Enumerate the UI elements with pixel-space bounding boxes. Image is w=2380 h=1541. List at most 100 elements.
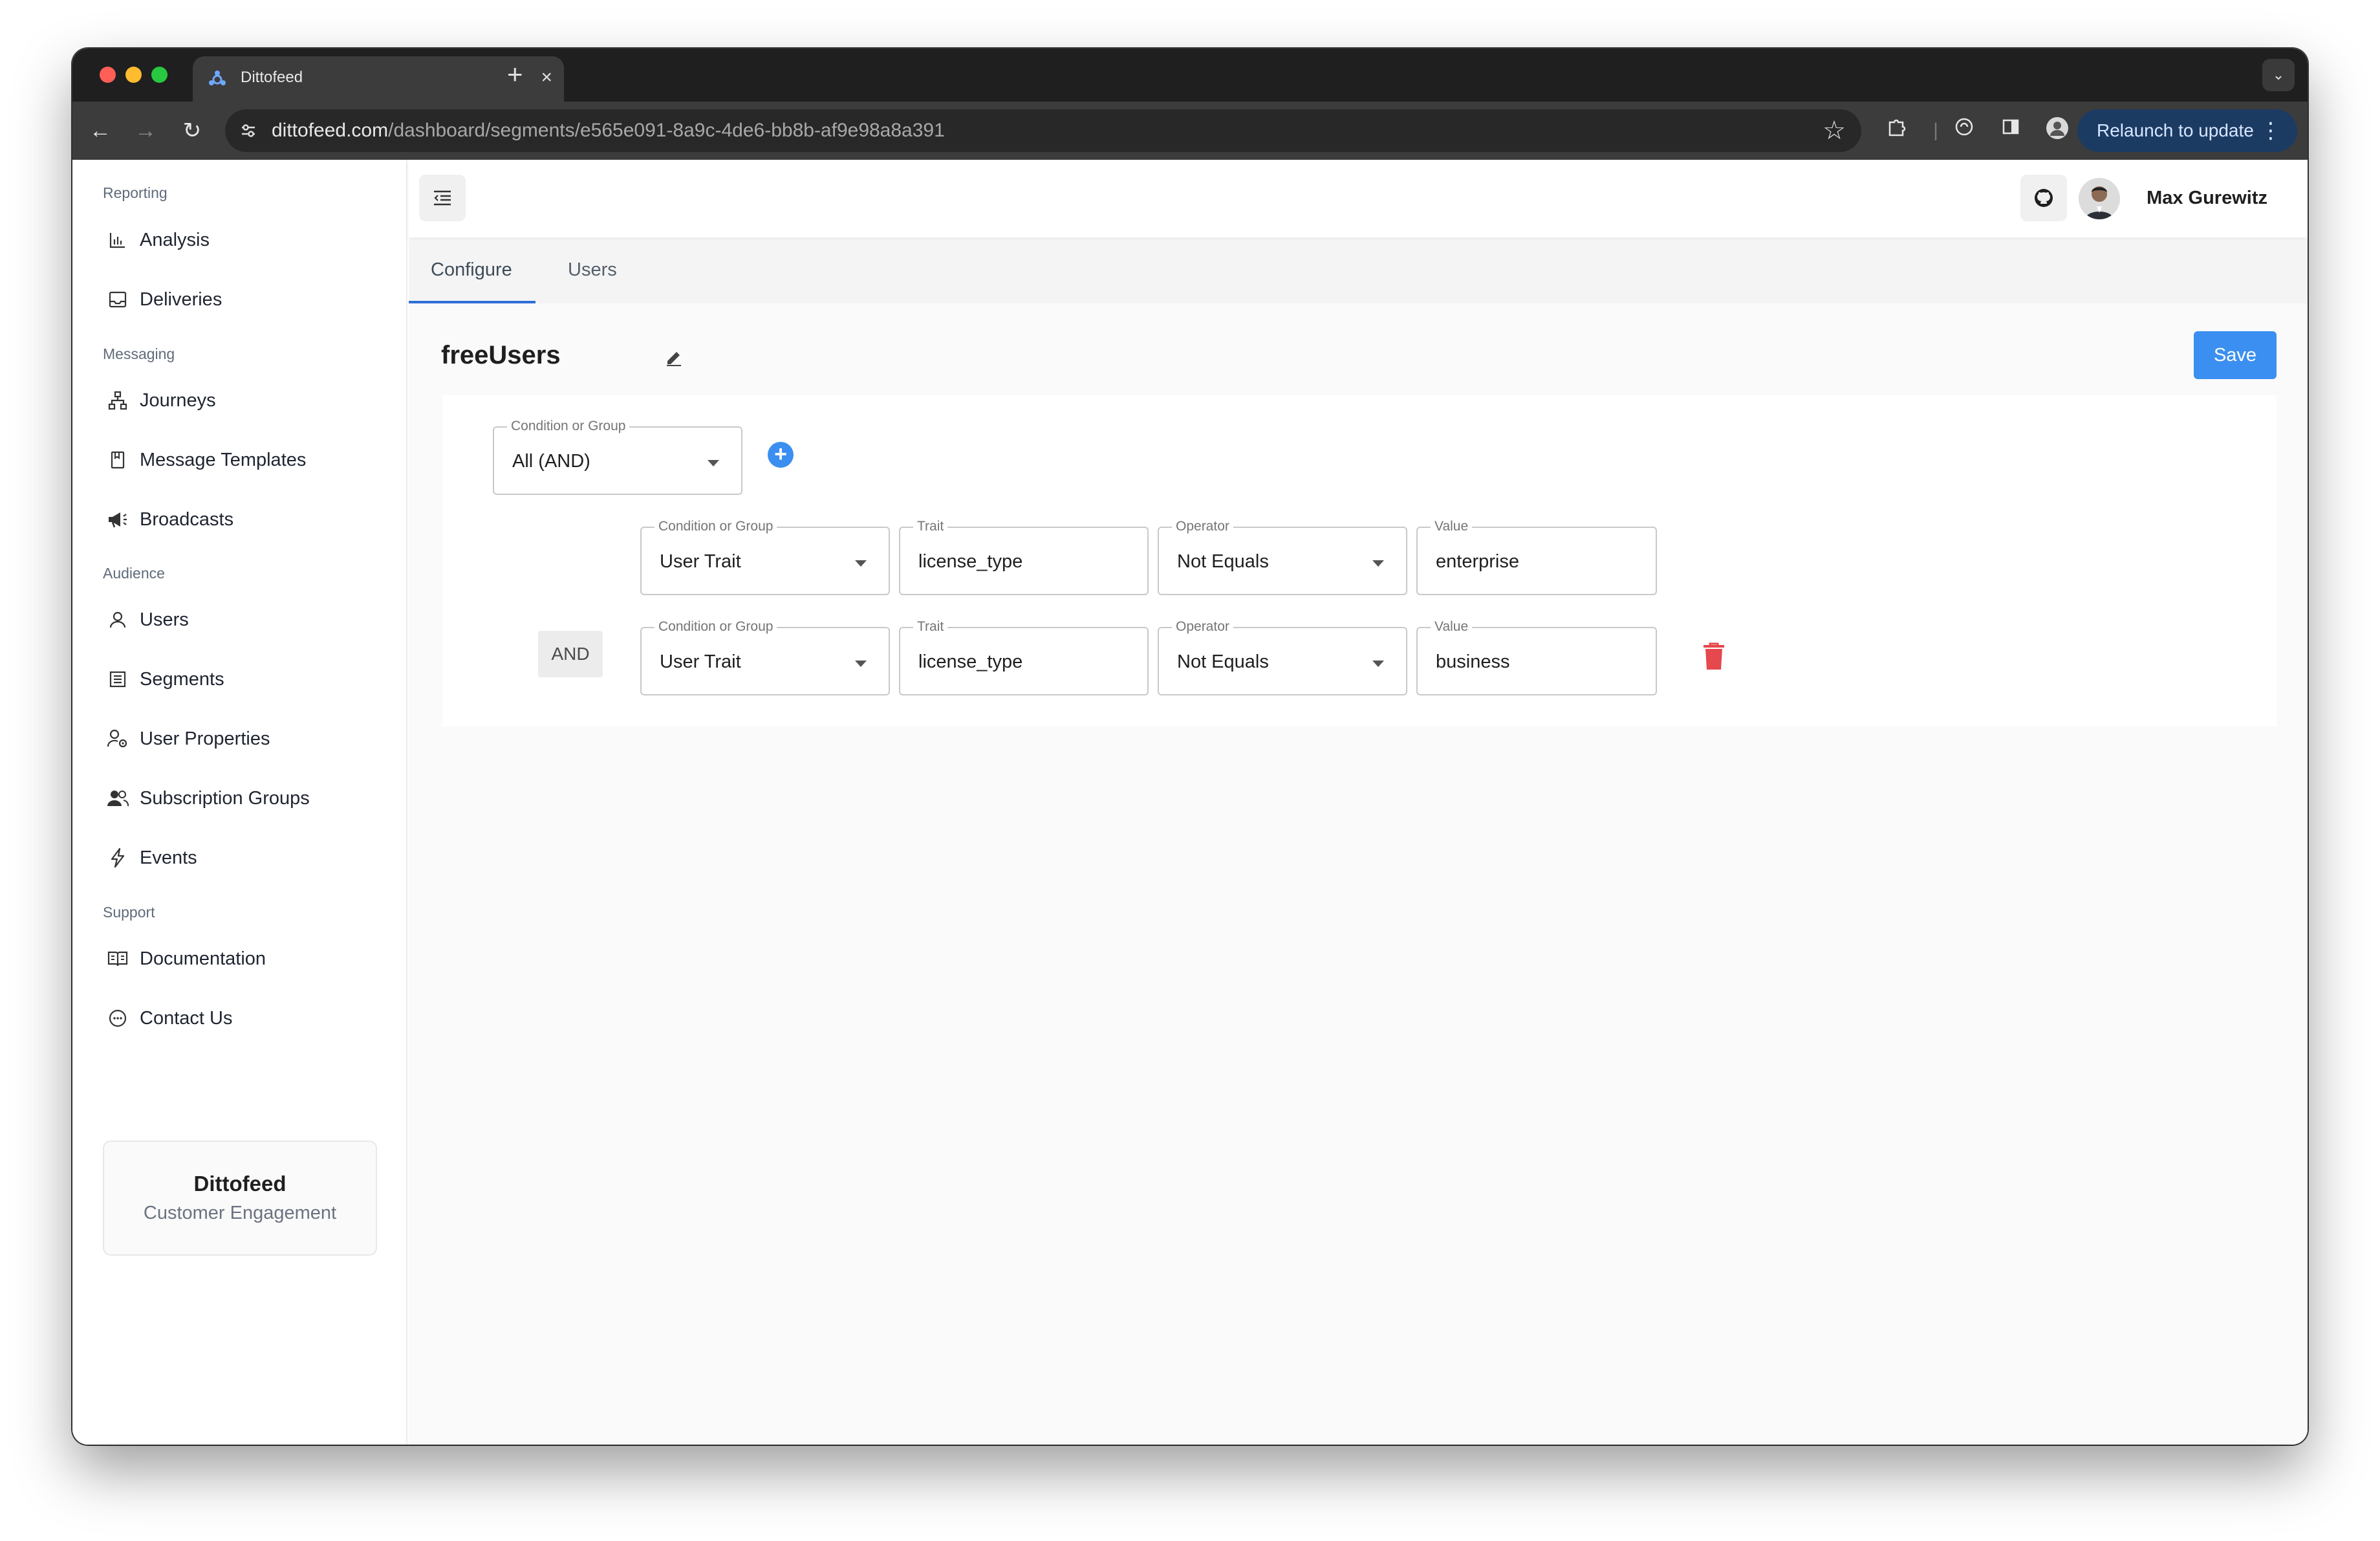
value-value: business: [1436, 651, 1510, 672]
dittofeed-favicon-icon: [209, 71, 226, 85]
sidebar-item-label: Subscription Groups: [140, 787, 310, 809]
template-icon: [105, 447, 131, 473]
forward-icon[interactable]: →: [131, 116, 160, 146]
sidebar-item-broadcasts[interactable]: Broadcasts: [105, 500, 233, 539]
extension-swirl-icon[interactable]: [1949, 116, 1979, 146]
sidebar-item-label: Broadcasts: [140, 508, 234, 530]
sidebar-item-subscription-groups[interactable]: Subscription Groups: [105, 779, 310, 818]
sidebar-item-documentation[interactable]: Documentation: [105, 939, 266, 978]
relaunch-button[interactable]: Relaunch to update ⋮: [2077, 109, 2297, 152]
page-tabs: Configure Users: [409, 240, 2308, 303]
app-header: Max Gurewitz: [409, 160, 2308, 237]
trait-input[interactable]: Trait license_type: [899, 519, 1149, 595]
chat-bubble-icon: [105, 1005, 131, 1031]
sidebar-item-segments[interactable]: Segments: [105, 660, 224, 699]
operator-label: Operator: [1172, 519, 1233, 534]
value-input[interactable]: Value enterprise: [1416, 519, 1657, 595]
value-input[interactable]: Value business: [1416, 619, 1657, 695]
operator-value: Not Equals: [1177, 651, 1269, 672]
tab-configure[interactable]: Configure: [431, 259, 512, 281]
sidebar-item-user-properties[interactable]: User Properties: [105, 719, 270, 758]
browser-toolbar: ← → ↻ dittofeed.com/dashboard/segments/e…: [72, 102, 2308, 160]
relaunch-label: Relaunch to update: [2097, 120, 2254, 140]
reload-icon[interactable]: ↻: [177, 116, 207, 146]
sidebar-item-deliveries[interactable]: Deliveries: [105, 280, 222, 319]
brand-title: Dittofeed: [193, 1172, 287, 1196]
sidebar-item-label: Analysis: [140, 229, 210, 250]
user-icon: [105, 607, 131, 633]
profile-icon[interactable]: [2042, 116, 2072, 146]
save-button[interactable]: Save: [2194, 331, 2277, 379]
segments-list-icon: [105, 666, 131, 692]
operator-value: Not Equals: [1177, 551, 1269, 572]
github-button[interactable]: [2020, 175, 2067, 221]
puzzle-icon: [1888, 119, 1906, 137]
condition-type-select[interactable]: Condition or Group User Trait: [640, 519, 890, 595]
root-group-value: All (AND): [512, 451, 590, 472]
segment-name: freeUsers: [441, 341, 561, 369]
sidebar-item-label: Segments: [140, 668, 224, 690]
bookmark-star-icon[interactable]: ☆: [1823, 116, 1846, 146]
back-icon[interactable]: ←: [85, 116, 115, 146]
close-window-dot[interactable]: [100, 67, 116, 83]
sidebar-item-users[interactable]: Users: [105, 600, 189, 639]
browser-tab-title: Dittofeed: [241, 69, 303, 86]
url-path: /dashboard/segments/e565e091-8a9c-4de6-b…: [388, 120, 945, 141]
chevron-down-icon: [1372, 560, 1384, 567]
value-label: Value: [1431, 619, 1473, 635]
address-bar[interactable]: dittofeed.com/dashboard/segments/e565e09…: [225, 109, 1861, 152]
sidebar-item-analysis[interactable]: Analysis: [105, 221, 210, 259]
avatar[interactable]: [2079, 178, 2120, 219]
browser-window: Dittofeed × + ⌄ ← → ↻ dittofeed.com/dash…: [72, 49, 2308, 1445]
chevron-down-icon: [855, 661, 867, 667]
minimize-window-dot[interactable]: [125, 67, 142, 83]
new-tab-icon[interactable]: +: [507, 58, 523, 91]
add-condition-button[interactable]: +: [768, 442, 794, 468]
lightning-icon: [105, 845, 131, 871]
menu-collapse-icon: [434, 190, 451, 206]
chevron-down-icon: [855, 560, 867, 567]
condition-type-label: Condition or Group: [654, 619, 777, 635]
extensions-icon[interactable]: [1882, 116, 1912, 146]
browser-menu-icon[interactable]: ⋮: [2260, 109, 2282, 152]
sidebar-item-label: Message Templates: [140, 449, 307, 470]
value-value: enterprise: [1436, 551, 1519, 572]
toolbar-divider: |: [1933, 120, 1938, 141]
user-name: Max Gurewitz: [2147, 188, 2267, 208]
maximize-window-dot[interactable]: [151, 67, 168, 83]
sidebar: Reporting Analysis Deliveries Messaging …: [72, 160, 407, 1445]
section-reporting: Reporting: [103, 184, 168, 201]
sidebar-item-message-templates[interactable]: Message Templates: [105, 441, 306, 479]
sidebar-item-label: Users: [140, 609, 189, 630]
condition-type-value: User Trait: [660, 551, 741, 572]
sidebar-item-contact-us[interactable]: Contact Us: [105, 999, 232, 1038]
root-group-select[interactable]: Condition or Group All (AND): [493, 419, 742, 495]
site-settings-icon[interactable]: [238, 120, 259, 141]
sidebar-item-label: Deliveries: [140, 289, 222, 310]
tab-search-icon[interactable]: ⌄: [2262, 59, 2295, 91]
condition-type-select[interactable]: Condition or Group User Trait: [640, 619, 890, 695]
user-settings-icon: [105, 726, 131, 752]
active-tab-indicator: [409, 301, 536, 303]
tab-users[interactable]: Users: [568, 259, 617, 281]
operator-select[interactable]: Operator Not Equals: [1158, 519, 1407, 595]
sidebar-item-journeys[interactable]: Journeys: [105, 381, 216, 420]
trait-value: license_type: [918, 651, 1023, 672]
trait-label: Trait: [913, 619, 948, 635]
menu-toggle-button[interactable]: [419, 175, 466, 221]
hierarchy-icon: [105, 388, 131, 413]
delete-condition-trash-icon[interactable]: [1701, 641, 1727, 672]
sidebar-item-events[interactable]: Events: [105, 838, 197, 877]
condition-type-label: Condition or Group: [654, 519, 777, 534]
brand-subtitle: Customer Engagement: [143, 1203, 337, 1223]
browser-tabstrip: Dittofeed × + ⌄: [72, 49, 2308, 102]
pencil-icon[interactable]: [661, 345, 687, 371]
condition-type-value: User Trait: [660, 651, 741, 672]
trait-input[interactable]: Trait license_type: [899, 619, 1149, 695]
section-support: Support: [103, 904, 155, 921]
side-panel-icon[interactable]: [1996, 116, 2026, 146]
segment-editor: Condition or Group All (AND) + Condition…: [442, 395, 2277, 727]
tab-close-icon[interactable]: ×: [541, 65, 552, 91]
sidebar-item-label: Documentation: [140, 948, 266, 969]
operator-select[interactable]: Operator Not Equals: [1158, 619, 1407, 695]
